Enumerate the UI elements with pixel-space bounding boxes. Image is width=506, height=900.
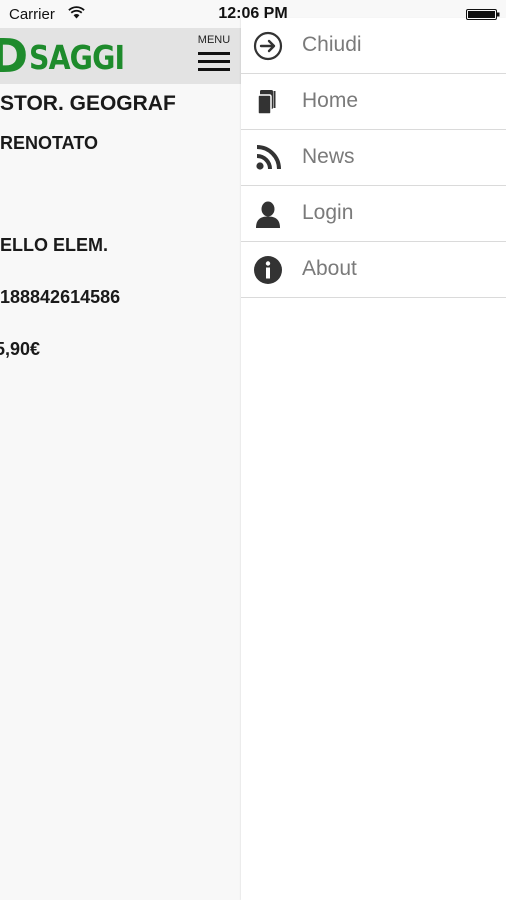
side-menu: Chiudi Home News Login About (241, 18, 506, 900)
menu-button[interactable]: MENU (195, 32, 233, 78)
app-logo: D SAGGI (0, 29, 140, 83)
app-screen: Carrier 12:06 PM D SAGGI MENU STOR. GEOG… (0, 0, 506, 900)
book-status: RENOTATO (0, 133, 98, 153)
menu-item-home[interactable]: Home (241, 74, 506, 130)
user-icon (256, 201, 280, 228)
book-subject: STOR. GEOGRAF (0, 92, 176, 115)
logo-text: SAGGI (29, 38, 125, 77)
menu-item-news[interactable]: News (241, 130, 506, 186)
arrow-right-circle-icon (253, 31, 283, 61)
menu-item-login[interactable]: Login (241, 186, 506, 242)
book-detail-page: D SAGGI MENU STOR. GEOGRAF RENOTATO ELLO… (0, 0, 241, 900)
menu-item-label: About (302, 257, 357, 280)
menu-item-label: News (302, 145, 355, 168)
menu-item-label: Home (302, 89, 359, 112)
status-time: 12:06 PM (218, 5, 288, 22)
book-isbn: 188842614586 (0, 287, 121, 307)
book-level: ELLO ELEM. (0, 235, 108, 255)
books-icon (257, 90, 276, 115)
menu-label: MENU (197, 34, 231, 46)
book-price: 5,90€ (0, 339, 41, 359)
battery-icon (466, 9, 500, 20)
menu-item-about[interactable]: About (241, 242, 506, 298)
app-header: D SAGGI MENU (0, 28, 241, 84)
menu-item-label: Login (302, 201, 354, 224)
info-icon (254, 256, 282, 284)
status-bar: Carrier 12:06 PM (0, 0, 506, 28)
logo-mark: D (0, 29, 29, 83)
menu-item-label: Chiudi (302, 33, 362, 56)
rss-icon (256, 145, 281, 170)
hamburger-icon (198, 50, 230, 74)
